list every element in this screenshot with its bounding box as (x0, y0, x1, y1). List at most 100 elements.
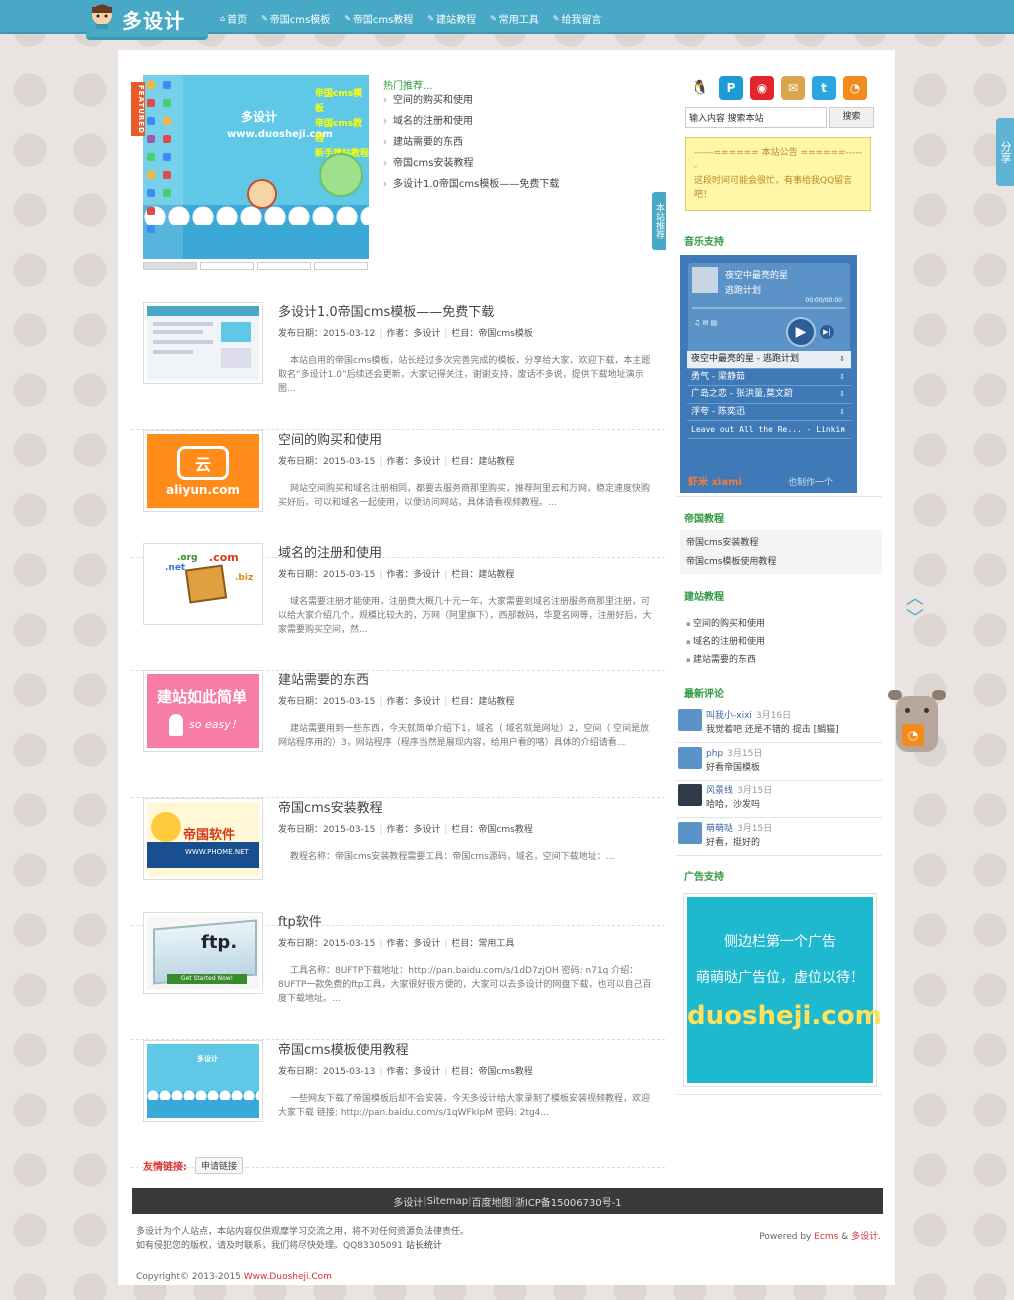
build-link[interactable]: 域名的注册和使用 (686, 633, 765, 651)
divider (676, 1094, 882, 1095)
article-title[interactable]: 帝国cms安装教程 (278, 797, 383, 816)
download-icon[interactable]: ⇩ (839, 404, 845, 421)
avatar (678, 709, 702, 731)
article-thumbnail[interactable]: 多设计 (143, 1040, 263, 1122)
comment-author[interactable]: php (706, 749, 723, 759)
xiami-logo[interactable]: 虾米 xiami (688, 473, 742, 488)
player-small-icons[interactable]: ♫ ✉ ▤ (694, 319, 717, 327)
section-title-ad: 广告支持 (684, 872, 724, 883)
twitter-icon[interactable]: t (812, 76, 836, 100)
nav-cms-template[interactable]: ✎ 帝国cms模板 (261, 11, 330, 26)
article-column[interactable]: 栏目：帝国cms教程 (451, 1067, 532, 1077)
play-button[interactable]: ▶ (786, 317, 816, 347)
playlist-item[interactable]: 浮夸 - 陈奕迅 ⇩ (687, 404, 851, 421)
article-desc: 本站自用的帝国cms模板，站长经过多次完善完成的模板，分享给大家，欢迎下载，本主… (278, 356, 651, 394)
article-meta: 发布日期：2015-03-15 | 作者：多设计 | 栏目：建站教程 (278, 457, 515, 467)
comment-date: 3月15日 (727, 749, 763, 759)
cms-tutorial-link[interactable]: 帝国cms安装教程 (686, 534, 876, 553)
site-logo[interactable]: 多设计 (86, 0, 208, 40)
comment-author[interactable]: 萌萌哒 (706, 824, 733, 834)
make-player-link[interactable]: 也制作一个 (788, 475, 833, 488)
footer-link[interactable]: Sitemap (427, 1196, 468, 1207)
qq-icon[interactable]: 🐧 (688, 76, 712, 100)
article-title[interactable]: ftp软件 (278, 911, 322, 930)
nav-message[interactable]: ✎ 给我留言 (553, 11, 602, 26)
footer-link[interactable]: 多设计 (393, 1194, 423, 1209)
ad-line: 萌萌哒广告位，虚位以待！ (696, 970, 864, 986)
scroll-down-icon[interactable]: ﹀ (902, 609, 928, 629)
article-thumbnail[interactable]: ftp. Get Started Now! (143, 912, 263, 994)
build-link[interactable]: 建站需要的东西 (686, 651, 765, 669)
hot-item[interactable]: › 域名的注册和使用 (383, 115, 559, 136)
comment-item[interactable]: php 3月15日 好看帝国模板 (676, 743, 882, 781)
article-title[interactable]: 空间的购买和使用 (278, 429, 382, 448)
article-column[interactable]: 栏目：常用工具 (451, 939, 514, 949)
next-button[interactable]: ▶| (820, 325, 834, 339)
comment-item[interactable]: 叫我小-xixi 3月16日 我觉着吧 还是不错的 提击 [鲷猫] (676, 705, 882, 743)
article-title[interactable]: 帝国cms模板使用教程 (278, 1039, 409, 1058)
site-recommend-tab[interactable]: 本站推荐 (652, 192, 666, 250)
sidebar-ad[interactable]: 侧边栏第一个广告 萌萌哒广告位，虚位以待！ duosheji.com (684, 894, 882, 1086)
slider-dot[interactable] (257, 262, 311, 270)
hot-item[interactable]: › 空间的购买和使用 (383, 94, 559, 115)
progress-bar[interactable] (692, 307, 846, 309)
playlist-item[interactable]: Leave out All the Re... - Linkin ⇩ (687, 421, 851, 439)
cms-tutorial-link[interactable]: 帝国cms模板使用教程 (686, 553, 876, 572)
playlist-item[interactable]: 夜空中最亮的星 - 逃跑计划 ⇩ (687, 351, 851, 369)
comment-item[interactable]: 萌萌哒 3月15日 好看，挺好的 (676, 818, 882, 856)
nav-cms-tutorial[interactable]: ✎ 帝国cms教程 (344, 11, 413, 26)
rss-icon[interactable]: ◔ (843, 76, 867, 100)
featured-slider[interactable]: 多设计 www.duosheji.com 帝国cms模板 帝国cms教程 新手建… (143, 75, 369, 259)
article-title[interactable]: 域名的注册和使用 (278, 542, 382, 561)
share-tab[interactable]: 分享 (996, 118, 1014, 186)
slider-dot[interactable] (200, 262, 254, 270)
footer-link[interactable]: 百度地图 (471, 1194, 511, 1209)
site-link[interactable]: 多设计. (851, 1232, 881, 1242)
apply-link-button[interactable]: 申请链接 (195, 1157, 244, 1174)
weibo-icon[interactable]: ◉ (750, 76, 774, 100)
song-title: 夜空中最亮的星 (725, 271, 789, 281)
download-icon[interactable]: ⇩ (841, 421, 845, 438)
hot-item[interactable]: › 建站需要的东西 (383, 136, 559, 157)
article-thumbnail[interactable]: 云 aliyun.com (143, 430, 263, 512)
hot-item-label: 帝国cms安装教程 (393, 158, 474, 169)
article-column[interactable]: 栏目：建站教程 (451, 457, 514, 467)
playlist-item[interactable]: 勇气 - 梁静茹 ⇩ (687, 369, 851, 386)
mail-icon[interactable]: ✉ (781, 76, 805, 100)
comment-item[interactable]: 风景线 3月15日 哈哈，沙发吗 (676, 780, 882, 818)
scroll-up-icon[interactable]: ︿ (902, 589, 928, 609)
slider-dot[interactable] (143, 262, 197, 270)
download-icon[interactable]: ⇩ (839, 351, 845, 368)
search-input[interactable] (685, 107, 827, 128)
comment-author[interactable]: 风景线 (706, 786, 733, 796)
article-title[interactable]: 多设计1.0帝国cms模板——免费下载 (278, 301, 494, 320)
slider-dot[interactable] (314, 262, 368, 270)
article-column[interactable]: 栏目：建站教程 (451, 570, 514, 580)
rss-mascot[interactable]: ◔ (888, 690, 946, 758)
pinterest-icon[interactable]: P (719, 76, 743, 100)
copyright-site-link[interactable]: Www.Duosheji.Com (244, 1272, 332, 1282)
footer-link[interactable]: 浙ICP备15006730号-1 (515, 1194, 622, 1209)
article-thumbnail[interactable]: 建站如此简单 so easy！ (143, 670, 263, 752)
nav-build-tutorial[interactable]: ✎ 建站教程 (427, 11, 476, 26)
nav-tools[interactable]: ✎ 常用工具 (490, 11, 539, 26)
comment-author[interactable]: 叫我小-xixi (706, 711, 752, 721)
ecms-link[interactable]: Ecms (814, 1232, 838, 1242)
article-thumbnail[interactable]: .org .net .com .biz (143, 543, 263, 625)
hot-item[interactable]: › 帝国cms安装教程 (383, 157, 559, 178)
comment-text: 哈哈，沙发吗 (706, 800, 761, 810)
download-icon[interactable]: ⇩ (839, 369, 845, 386)
article-column[interactable]: 栏目：建站教程 (451, 697, 514, 707)
playlist-item[interactable]: 广岛之恋 - 张洪量,莫文蔚 ⇩ (687, 386, 851, 404)
download-icon[interactable]: ⇩ (839, 386, 845, 403)
nav-home[interactable]: ⌂ 首页 (220, 11, 247, 26)
article-thumbnail[interactable] (143, 302, 263, 384)
search-button[interactable]: 搜索 (829, 107, 874, 128)
hot-item[interactable]: › 多设计1.0帝国cms模板——免费下载 (383, 178, 559, 199)
stats-link[interactable]: 站长统计 (406, 1241, 442, 1251)
article-column[interactable]: 栏目：帝国cms教程 (451, 825, 532, 835)
article-thumbnail[interactable]: 帝国软件 WWW.PHOME.NET (143, 798, 263, 880)
build-link[interactable]: 空间的购买和使用 (686, 615, 765, 633)
article-column[interactable]: 栏目：帝国cms模板 (451, 329, 532, 339)
article-title[interactable]: 建站需要的东西 (278, 669, 369, 688)
